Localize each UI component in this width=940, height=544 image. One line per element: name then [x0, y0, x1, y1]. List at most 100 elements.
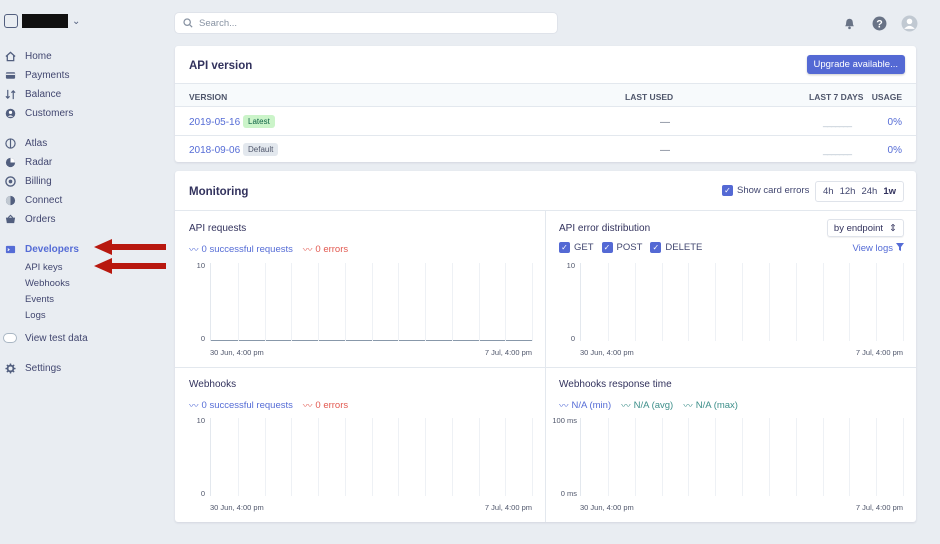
home-icon [4, 50, 16, 62]
last-used-value: — [660, 145, 670, 156]
range-4h[interactable]: 4h [823, 186, 834, 197]
endpoint-select[interactable]: by endpoint ⇕ [826, 219, 904, 237]
sidebar-item-home[interactable]: Home [0, 48, 52, 64]
version-link[interactable]: 2019-05-16 [189, 117, 240, 128]
chart-legend: 〰 N/A (min) 〰 N/A (avg) 〰 N/A (max) [559, 398, 738, 413]
account-name-redacted [22, 14, 68, 28]
sidebar-item-balance[interactable]: Balance [0, 86, 61, 102]
gridline [291, 418, 293, 496]
checkbox-get[interactable]: ✓ GET [559, 242, 594, 253]
range-1w[interactable]: 1w [883, 186, 896, 197]
table-row: 2018-09-06 Default — _______ 0% [175, 136, 916, 164]
gridline [264, 263, 266, 341]
sidebar-item-customers[interactable]: Customers [0, 105, 73, 121]
annotation-arrow-developers [94, 239, 166, 255]
gridline [478, 418, 480, 496]
chart-plot-area [210, 418, 533, 496]
gridline [768, 263, 770, 341]
gridline [607, 263, 609, 341]
gridline [742, 263, 743, 341]
y-axis-top-label: 100 ms [552, 416, 577, 425]
monitoring-card: Monitoring ✓ Show card errors 4h 12h 24h… [175, 171, 916, 522]
atlas-icon [4, 137, 16, 149]
api-version-card: API version Upgrade available... VERSION… [175, 46, 916, 162]
sidebar-item-developers[interactable]: Developers [0, 241, 79, 257]
chart-plot-area [580, 263, 904, 341]
svg-text:?: ? [876, 18, 883, 30]
sidebar-subitem-api-keys[interactable]: API keys [25, 260, 63, 274]
toggle-switch[interactable] [3, 333, 17, 343]
show-card-errors-label: Show card errors [737, 185, 810, 196]
gridline [291, 263, 293, 341]
sidebar-item-payments[interactable]: Payments [0, 67, 69, 83]
view-test-data-toggle[interactable]: View test data [0, 330, 88, 346]
sidebar-item-label: Billing [25, 175, 52, 187]
upgrade-button[interactable]: Upgrade available... [806, 55, 905, 74]
checkbox-checked-icon: ✓ [601, 242, 613, 253]
gridline [715, 263, 717, 341]
sidebar-item-connect[interactable]: Connect [0, 192, 62, 208]
sidebar-subitem-webhooks[interactable]: Webhooks [25, 276, 70, 290]
checkbox-delete[interactable]: ✓ DELETE [650, 242, 702, 253]
x-axis-end-label: 7 Jul, 4:00 pm [484, 348, 532, 357]
table-header: VERSION LAST USED LAST 7 DAYS USAGE [175, 83, 916, 107]
sidebar-item-label: Developers [25, 243, 79, 255]
view-logs-link[interactable]: View logs [853, 243, 904, 254]
gridline [371, 263, 373, 341]
range-12h[interactable]: 12h [840, 186, 856, 197]
last-7-days-sparkline: _______ [823, 145, 852, 155]
help-icon[interactable]: ? [870, 14, 888, 32]
sidebar-item-orders[interactable]: Orders [0, 211, 56, 227]
sidebar-item-billing[interactable]: Billing [0, 173, 52, 189]
show-card-errors-checkbox[interactable]: ✓ Show card errors [722, 185, 809, 196]
line-trend-icon: 〰 [559, 401, 569, 412]
gridline [425, 418, 426, 496]
sidebar-item-radar[interactable]: Radar [0, 154, 52, 170]
legend-max: 〰 N/A (max) [683, 399, 738, 413]
sidebar-item-settings[interactable]: Settings [0, 360, 61, 376]
gridline [398, 263, 400, 341]
gridline [688, 263, 690, 341]
monitoring-title: Monitoring [189, 186, 249, 198]
usage-value: 0% [887, 145, 902, 156]
radar-icon [4, 156, 16, 168]
chevron-down-icon: ⌄ [72, 15, 81, 27]
user-avatar-icon[interactable] [900, 14, 918, 32]
checkbox-checked-icon: ✓ [650, 242, 662, 253]
gridline [451, 263, 453, 341]
gridline [661, 418, 663, 496]
gridline [237, 263, 239, 341]
gridline [344, 263, 346, 341]
x-axis-end-label: 7 Jul, 4:00 pm [484, 503, 532, 512]
x-axis-end-label: 7 Jul, 4:00 pm [855, 348, 903, 357]
gridline [795, 263, 797, 341]
col-last-7-days: LAST 7 DAYS [809, 92, 864, 102]
customers-icon [4, 107, 16, 119]
sidebar-item-atlas[interactable]: Atlas [0, 135, 47, 151]
gridline [318, 418, 319, 496]
balance-icon [4, 88, 16, 100]
status-badge: Latest [243, 115, 275, 128]
gridline [822, 263, 824, 341]
checkbox-post[interactable]: ✓ POST [601, 242, 642, 253]
api-error-distribution-panel: API error distribution by endpoint ⇕ ✓ GE… [545, 211, 916, 367]
gridline [688, 418, 690, 496]
webhooks-panel: Webhooks 〰 0 successful requests 〰 0 error… [175, 367, 545, 522]
time-range-selector: 4h 12h 24h 1w [815, 181, 904, 202]
sidebar-item-label: Orders [25, 213, 56, 225]
bell-icon[interactable] [840, 14, 858, 32]
account-switcher[interactable]: ⌄ [4, 14, 80, 28]
range-24h[interactable]: 24h [861, 186, 877, 197]
gridline [237, 418, 239, 496]
sidebar-subitem-logs[interactable]: Logs [25, 308, 46, 322]
gridline [768, 418, 770, 496]
search-input[interactable]: Search... [175, 13, 557, 33]
sidebar-subitem-events[interactable]: Events [25, 292, 54, 306]
view-test-data-label: View test data [25, 332, 88, 344]
y-axis-top-label: 10 [566, 261, 575, 270]
gridline [903, 263, 904, 341]
x-axis-start-label: 30 Jun, 4:00 pm [210, 348, 264, 357]
version-link[interactable]: 2018-09-06 [189, 145, 240, 156]
gridline [505, 263, 507, 341]
usage-value: 0% [887, 117, 902, 128]
